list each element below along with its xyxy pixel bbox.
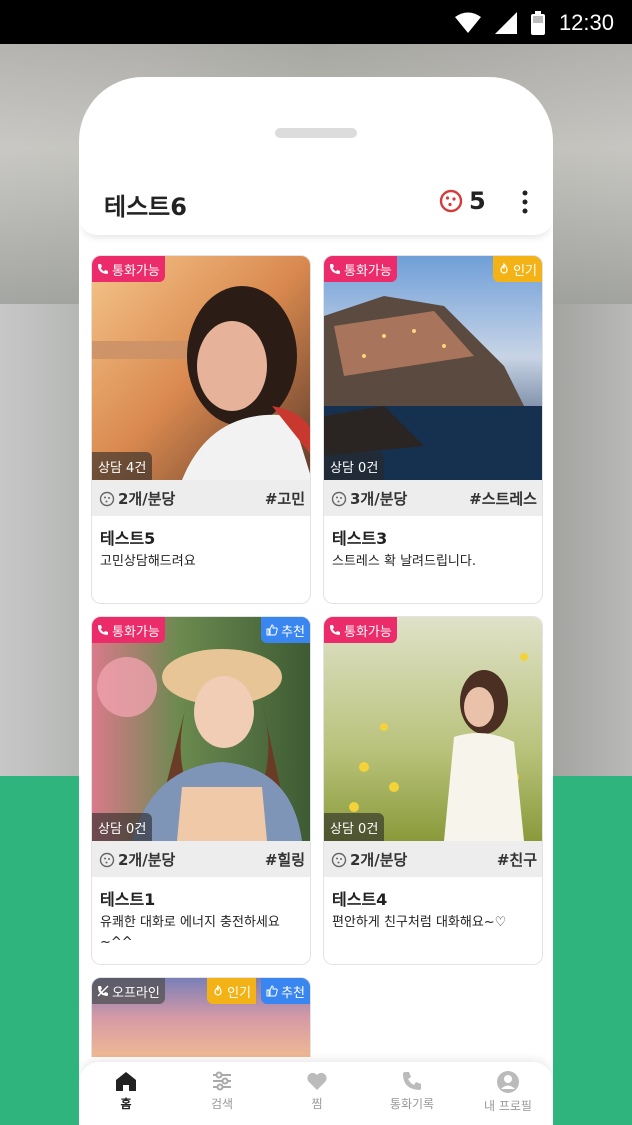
heart-icon: [307, 1072, 327, 1090]
clock: 12:30: [558, 10, 614, 35]
tab-my-profile[interactable]: 내 프로필: [468, 1070, 548, 1114]
price-bar: 2개/분당 #힐링: [92, 841, 310, 877]
price: 2개/분당: [99, 849, 175, 870]
cookie-icon: [99, 852, 115, 867]
price-bar: 3개/분당 #스트레스: [324, 480, 542, 516]
callable-badge: 통화가능: [324, 256, 397, 282]
coin-balance[interactable]: 5: [439, 187, 486, 215]
counselor-card[interactable]: 통화가능 추천 상담 0건 2개/분당 #힐링 테스트1 유쾌한 대화로 에너지…: [91, 616, 311, 965]
phone-icon: [98, 625, 108, 635]
battery-icon: [530, 11, 545, 35]
callable-label: 통화가능: [112, 624, 160, 640]
drag-handle: [275, 128, 357, 138]
counselor-card[interactable]: 통화가능 상담 0건 2개/분당 #친구 테스트4 편안하게 친구처럼 대화해요…: [323, 616, 543, 965]
thumbs-up-icon: [266, 985, 278, 997]
popular-badge: 인기: [207, 978, 256, 1004]
counselor-card[interactable]: 통화가능 인기 상담 0건 3개/분당 #스트레스 테스트3 스트레스 확 날려…: [323, 255, 543, 604]
callable-label: 통화가능: [344, 624, 392, 640]
counselor-photo: [92, 617, 310, 841]
popular-label: 인기: [227, 985, 251, 1001]
callable-label: 통화가능: [344, 263, 392, 279]
app-header: 테스트6 5: [79, 177, 553, 235]
counselor-name: 테스트3: [332, 529, 388, 548]
status-bar: 12:30: [0, 0, 632, 44]
cookie-icon: [331, 852, 347, 867]
more-vertical-icon[interactable]: [520, 189, 530, 215]
tab-label: 내 프로필: [484, 1099, 532, 1113]
recommend-label: 추천: [281, 985, 305, 1001]
flame-icon: [214, 985, 222, 996]
cookie-icon: [99, 491, 115, 506]
counselor-photo: [324, 256, 542, 480]
callable-badge: 통화가능: [92, 256, 165, 282]
phone-frame: 테스트6 5 통화가능 상담 4건 2개/분당 #고민 테스트5 고민상담해드려…: [79, 77, 553, 1125]
price: 3개/분당: [331, 488, 407, 509]
counselor-description: 편안하게 친구처럼 대화해요~♡: [332, 915, 507, 930]
offline-label: 오프라인: [112, 985, 160, 1001]
counsel-count: 상담 0건: [324, 813, 385, 841]
cookie-icon: [439, 189, 463, 213]
tab-label: 통화기록: [389, 1097, 435, 1111]
tab-home[interactable]: 홈: [86, 1070, 166, 1112]
tab-label: 찜: [311, 1097, 323, 1111]
counselor-name: 테스트5: [100, 529, 156, 548]
hashtag: #고민: [264, 490, 305, 508]
hashtag: #힐링: [264, 851, 305, 869]
counsel-count: 상담 4건: [92, 452, 153, 480]
counselor-description: 스트레스 확 날려드립니다.: [332, 554, 476, 569]
recommend-badge: 추천: [261, 978, 310, 1004]
price-label: 2개/분당: [118, 851, 176, 869]
phone-icon: [98, 264, 108, 274]
tab-label: 홈: [120, 1097, 132, 1111]
flame-icon: [500, 263, 508, 274]
counselor-card[interactable]: 통화가능 상담 4건 2개/분당 #고민 테스트5 고민상담해드려요: [91, 255, 311, 604]
counselor-name: 테스트4: [332, 890, 388, 909]
phone-icon: [330, 625, 340, 635]
callable-label: 통화가능: [112, 263, 160, 279]
profile-icon: [497, 1071, 519, 1093]
tab-search[interactable]: 검색: [182, 1070, 262, 1112]
price: 2개/분당: [331, 849, 407, 870]
price-bar: 2개/분당 #고민: [92, 480, 310, 516]
counsel-count: 상담 0건: [324, 452, 385, 480]
tab-label: 검색: [210, 1097, 234, 1111]
tab-favorites[interactable]: 찜: [277, 1070, 357, 1112]
counselor-description: 고민상담해드려요: [100, 554, 196, 569]
hashtag: #친구: [496, 851, 537, 869]
callable-badge: 통화가능: [324, 617, 397, 643]
price-label: 3개/분당: [350, 490, 408, 508]
phone-icon: [330, 264, 340, 274]
price-bar: 2개/분당 #친구: [324, 841, 542, 877]
popular-badge: 인기: [493, 256, 542, 282]
price-label: 2개/분당: [350, 851, 408, 869]
counsel-count: 상담 0건: [92, 813, 153, 841]
filter-icon: [213, 1071, 231, 1091]
recommend-badge: 추천: [261, 617, 310, 643]
wifi-icon: [454, 12, 481, 33]
price: 2개/분당: [99, 488, 175, 509]
popular-label: 인기: [513, 263, 537, 279]
callable-badge: 통화가능: [92, 617, 165, 643]
counselor-photo: [92, 256, 310, 480]
coin-count: 5: [469, 187, 486, 215]
counselor-photo: [324, 617, 542, 841]
cookie-icon: [331, 491, 347, 506]
phone-icon: [403, 1072, 421, 1090]
tab-call-history[interactable]: 통화기록: [372, 1070, 452, 1112]
page-title: 테스트6: [104, 193, 187, 221]
bottom-tab-bar: 홈 검색 찜 통화기록 내 프로필: [79, 1062, 553, 1125]
counselor-name: 테스트1: [100, 890, 156, 909]
offline-badge: 오프라인: [92, 978, 165, 1004]
home-icon: [116, 1072, 136, 1091]
thumbs-up-icon: [266, 624, 278, 636]
hashtag: #스트레스: [469, 490, 537, 508]
counselor-description: 유쾌한 대화로 에너지 충전하세요~^^: [100, 915, 280, 950]
phone-off-icon: [97, 985, 109, 997]
recommend-label: 추천: [281, 624, 305, 640]
price-label: 2개/분당: [118, 490, 176, 508]
signal-icon: [494, 12, 517, 34]
counselor-card[interactable]: 오프라인 인기 추천: [91, 977, 311, 1057]
